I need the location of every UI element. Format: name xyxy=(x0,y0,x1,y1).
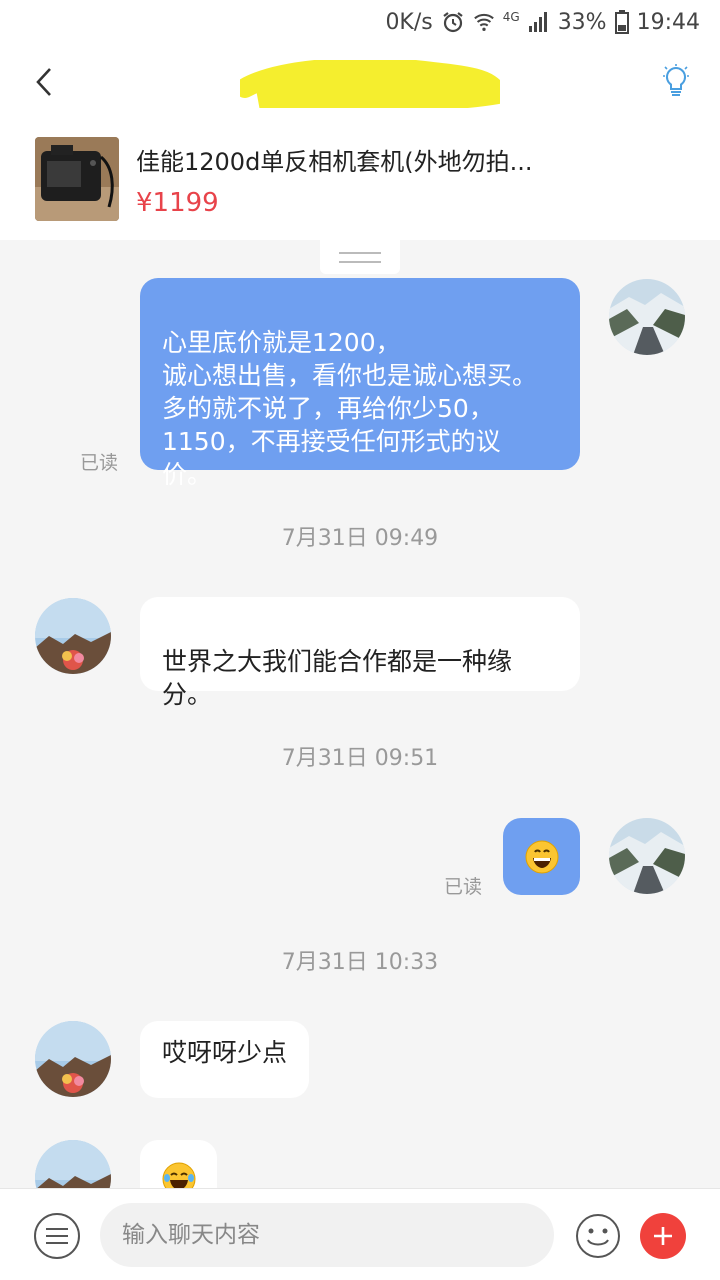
message-bubble-received[interactable]: 世界之大我们能合作都是一种缘 分。 xyxy=(140,597,580,709)
emoji-button[interactable] xyxy=(575,1213,621,1259)
lightbulb-button[interactable] xyxy=(658,62,694,102)
net-speed: 0K/s xyxy=(385,9,433,35)
chat-input-bar xyxy=(0,1188,720,1280)
message-text: 哎呀呀少点 xyxy=(162,1038,288,1067)
message-text: 世界之大我们能合作都是一种缘 分。 xyxy=(162,647,513,709)
my-avatar[interactable] xyxy=(609,279,685,355)
network-type: 4G xyxy=(502,10,520,24)
status-bar: 0K/s 4G 33% 19:44 xyxy=(0,0,720,44)
wifi-icon xyxy=(473,11,495,33)
contact-avatar[interactable] xyxy=(35,1021,111,1097)
smiley-icon xyxy=(576,1214,620,1258)
grinning-face-icon xyxy=(525,840,558,873)
read-receipt: 已读 xyxy=(80,452,119,474)
plus-icon xyxy=(654,1227,672,1245)
product-title: 佳能1200d单反相机套机(外地勿拍... xyxy=(136,148,533,176)
message-bubble-sent-emoji[interactable] xyxy=(503,818,580,895)
menu-icon-line xyxy=(46,1228,68,1230)
handle-line xyxy=(339,251,381,254)
product-price: ¥1199 xyxy=(136,188,219,218)
chevron-left-icon xyxy=(36,68,51,96)
clock: 19:44 xyxy=(636,9,700,35)
battery-icon xyxy=(614,10,629,34)
timestamp: 7月31日 09:51 xyxy=(281,746,439,771)
contact-avatar[interactable] xyxy=(35,598,111,674)
timestamp: 7月31日 09:49 xyxy=(281,526,439,551)
product-card[interactable]: 佳能1200d单反相机套机(外地勿拍... ¥1199 xyxy=(0,120,720,240)
back-button[interactable] xyxy=(24,62,64,102)
signal-icon xyxy=(528,11,550,33)
menu-icon-line xyxy=(46,1235,68,1237)
read-receipt: 已读 xyxy=(444,876,483,898)
chat-title xyxy=(240,60,500,108)
redaction-scribble xyxy=(240,60,500,108)
pull-handle[interactable] xyxy=(320,240,400,274)
product-thumbnail xyxy=(35,137,119,221)
battery-percent: 33% xyxy=(557,9,607,35)
my-avatar[interactable] xyxy=(609,818,685,894)
timestamp: 7月31日 10:33 xyxy=(281,950,439,975)
message-bubble-received[interactable]: 哎呀呀少点 xyxy=(140,1021,310,1098)
chat-message-input[interactable] xyxy=(100,1203,554,1267)
plus-button[interactable] xyxy=(640,1213,686,1259)
menu-icon-line xyxy=(46,1242,68,1244)
message-bubble-sent[interactable]: 心里底价就是1200， 诚心想出售，看你也是诚心想买。 多的就不说了，再给你少5… xyxy=(140,278,580,489)
chat-header xyxy=(0,44,720,120)
message-text: 心里底价就是1200， 诚心想出售，看你也是诚心想买。 多的就不说了，再给你少5… xyxy=(162,328,538,489)
alarm-icon xyxy=(441,10,465,34)
menu-button[interactable] xyxy=(34,1213,80,1259)
handle-line xyxy=(339,260,381,263)
lightbulb-icon xyxy=(663,64,689,96)
